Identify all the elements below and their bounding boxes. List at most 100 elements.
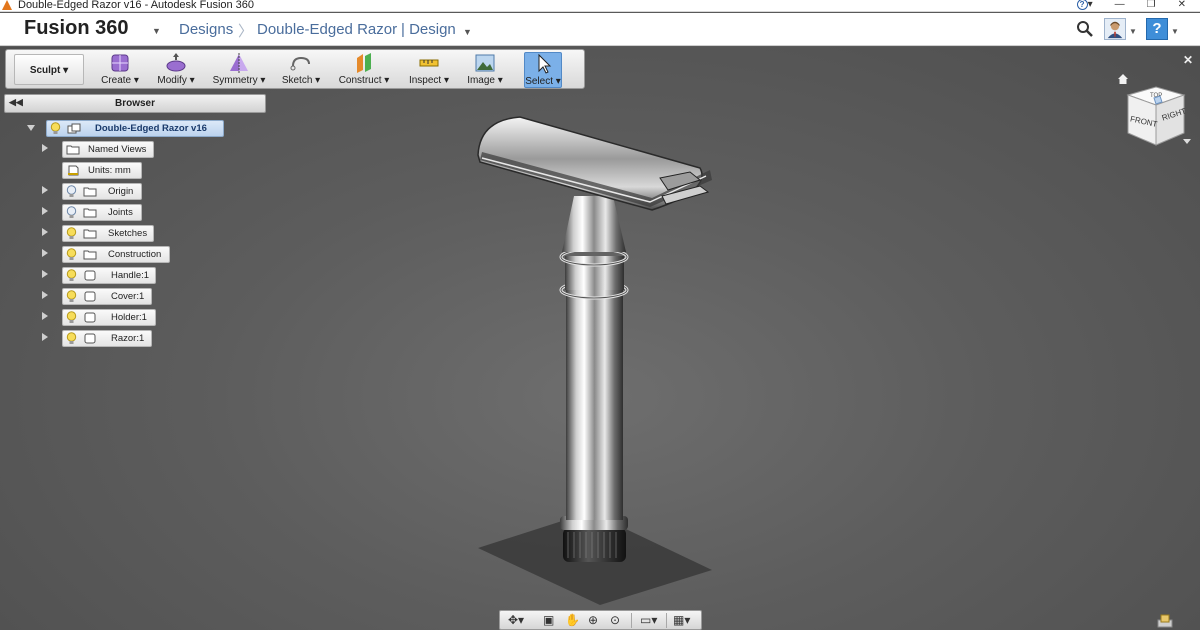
select-cursor-icon xyxy=(538,53,552,74)
visibility-bulb-icon[interactable] xyxy=(66,227,77,240)
expand-arrow-icon[interactable] xyxy=(42,228,48,236)
construct-icon xyxy=(357,53,371,73)
visibility-bulb-icon[interactable] xyxy=(66,290,77,303)
chevron-down-icon[interactable]: ▼ xyxy=(1171,27,1179,36)
symmetry-menu[interactable]: Symmetry ▾ xyxy=(212,52,266,88)
inspect-icon xyxy=(419,59,439,67)
tree-item-label: Razor:1 xyxy=(111,333,145,344)
display-settings-icon[interactable]: ▭▾ xyxy=(640,613,657,628)
create-menu[interactable]: Create ▾ xyxy=(100,52,140,88)
select-menu[interactable]: Select ▾ xyxy=(524,52,562,88)
inspect-label: Inspect ▾ xyxy=(408,75,450,86)
notification-icon[interactable] xyxy=(1157,614,1173,628)
grid-settings-icon[interactable]: ▦▾ xyxy=(673,613,690,628)
navigation-bar: ✥▾ ▣ ✋ ⊕ ⊙ ▭▾ ▦▾ xyxy=(499,610,702,630)
close-button[interactable]: ✕ xyxy=(1178,0,1186,11)
orbit-icon[interactable]: ✥▾ xyxy=(508,613,524,628)
minimize-button[interactable]: — xyxy=(1115,0,1125,11)
symmetry-icon xyxy=(230,53,248,73)
tree-item-label: Construction xyxy=(108,249,162,260)
nav-divider xyxy=(666,613,667,628)
help-button[interactable]: ? xyxy=(1146,18,1168,40)
folder-icon xyxy=(83,187,97,197)
sketch-icon xyxy=(290,56,310,71)
breadcrumb-project[interactable]: Double-Edged Razor xyxy=(257,21,397,38)
expand-arrow-icon[interactable] xyxy=(42,186,48,194)
expand-arrow-icon[interactable] xyxy=(42,207,48,215)
construct-menu[interactable]: Construct ▾ xyxy=(338,52,390,88)
zoom-icon[interactable]: ⊕ xyxy=(588,613,598,628)
workspace-switcher[interactable]: Sculpt ▾ xyxy=(14,54,84,85)
help-dropdown-icon[interactable]: ? ▾ xyxy=(1076,0,1093,11)
sketches-node[interactable]: Sketches xyxy=(62,225,154,242)
brand-title[interactable]: Fusion 360 xyxy=(24,17,128,40)
create-label: Create ▾ xyxy=(101,75,139,86)
chevron-down-icon[interactable]: ▼ xyxy=(152,26,161,36)
image-label: Image ▾ xyxy=(467,75,503,86)
expand-arrow-icon[interactable] xyxy=(42,249,48,257)
document-icon xyxy=(68,165,79,176)
modify-icon xyxy=(166,53,186,72)
root-component-node[interactable]: Double-Edged Razor v16 xyxy=(46,120,224,137)
sketch-menu[interactable]: Sketch ▾ xyxy=(281,52,321,88)
inspect-menu[interactable]: Inspect ▾ xyxy=(407,52,451,88)
folder-icon xyxy=(83,250,97,260)
pan-hand-icon[interactable]: ✋ xyxy=(565,613,580,628)
search-icon[interactable] xyxy=(1076,20,1094,38)
tree-item-label: Holder:1 xyxy=(111,312,147,323)
expand-arrow-icon[interactable] xyxy=(42,144,48,152)
modify-menu[interactable]: Modify ▾ xyxy=(156,52,196,88)
tree-item-label: Joints xyxy=(108,207,133,218)
handle-component-node[interactable]: Handle:1 xyxy=(62,267,156,284)
handle-knurl xyxy=(563,528,626,562)
look-at-icon[interactable]: ▣ xyxy=(543,613,554,628)
visibility-bulb-icon[interactable] xyxy=(66,332,77,345)
image-icon xyxy=(475,54,495,72)
viewcube-menu-icon[interactable] xyxy=(1183,139,1191,144)
zoom-window-icon[interactable]: ⊙ xyxy=(610,613,620,628)
user-avatar-icon[interactable] xyxy=(1104,18,1126,40)
visibility-bulb-icon[interactable] xyxy=(50,122,61,135)
joints-node[interactable]: Joints xyxy=(62,204,142,221)
expand-arrow-icon[interactable] xyxy=(42,270,48,278)
component-icon xyxy=(67,123,81,134)
folder-icon xyxy=(66,145,80,155)
handle-shaft xyxy=(566,280,623,520)
cover-component-node[interactable]: Cover:1 xyxy=(62,288,152,305)
expand-arrow-icon[interactable] xyxy=(42,333,48,341)
expand-arrow-icon[interactable] xyxy=(27,125,35,131)
expand-arrow-icon[interactable] xyxy=(42,312,48,320)
visibility-bulb-icon[interactable] xyxy=(66,248,77,261)
chevron-down-icon[interactable]: ▼ xyxy=(1129,27,1137,36)
restore-button[interactable]: ❐ xyxy=(1147,0,1156,11)
holder-component-node[interactable]: Holder:1 xyxy=(62,309,156,326)
nav-divider xyxy=(631,613,632,628)
visibility-bulb-icon[interactable] xyxy=(66,269,77,282)
expand-arrow-icon[interactable] xyxy=(42,291,48,299)
breadcrumb-design[interactable]: | Design xyxy=(401,21,456,38)
named-views-node[interactable]: Named Views xyxy=(62,141,154,158)
app-header: Fusion 360 ▼ Designs 〉 Double-Edged Razo… xyxy=(0,13,1200,46)
chevron-down-icon[interactable]: ▼ xyxy=(463,27,472,37)
image-menu[interactable]: Image ▾ xyxy=(466,52,504,88)
window-title: Double-Edged Razor v16 - Autodesk Fusion… xyxy=(18,0,255,11)
browser-panel-header[interactable]: ◀◀ Browser xyxy=(4,94,266,113)
construct-label: Construct ▾ xyxy=(338,75,390,86)
sketch-label: Sketch ▾ xyxy=(281,75,321,86)
component-icon xyxy=(84,312,96,323)
tree-item-label: Named Views xyxy=(88,144,147,155)
razor-component-node[interactable]: Razor:1 xyxy=(62,330,152,347)
browser-title: Browser xyxy=(114,98,155,109)
origin-node[interactable]: Origin xyxy=(62,183,142,200)
tree-item-label: Units: mm xyxy=(88,165,131,176)
component-icon xyxy=(84,291,96,302)
tree-item-label: Origin xyxy=(108,186,134,197)
visibility-bulb-icon[interactable] xyxy=(66,311,77,324)
visibility-bulb-off-icon[interactable] xyxy=(66,185,77,198)
visibility-bulb-off-icon[interactable] xyxy=(66,206,77,219)
breadcrumb-designs[interactable]: Designs xyxy=(179,21,233,38)
construction-node[interactable]: Construction xyxy=(62,246,170,263)
units-node[interactable]: Units: mm xyxy=(62,162,142,179)
close-icon[interactable]: ✕ xyxy=(1183,53,1193,67)
viewcube[interactable]: FRONT RIGHT TOP xyxy=(1118,83,1190,149)
